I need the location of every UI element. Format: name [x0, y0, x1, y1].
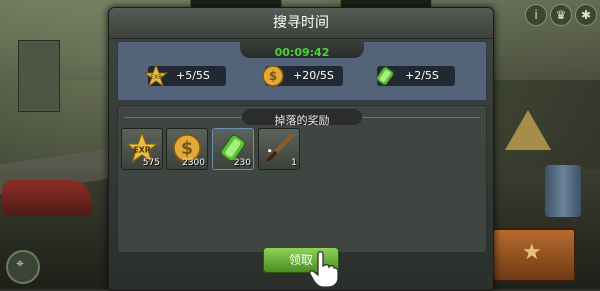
search-time-dialog: 搜寻时间 00:09:42 EXP +5/5S $ +20/5S +2/5S 掉…: [108, 7, 494, 291]
reward-count: 2300: [182, 158, 205, 168]
warning-sign: [505, 110, 551, 150]
wrecked-car: [2, 180, 92, 216]
reward-slot-battery[interactable]: 230: [212, 128, 254, 170]
dialog-title: 搜寻时间: [273, 15, 329, 31]
crate-star-icon: ★: [522, 240, 542, 265]
exp-rate: EXP +5/5S: [144, 64, 226, 88]
battery-rate: +2/5S: [376, 66, 455, 86]
reward-count: 230: [233, 158, 251, 168]
rewards-header: 掉落的奖励: [118, 109, 486, 127]
battery-icon: [376, 66, 394, 86]
coin-icon: $: [262, 65, 284, 87]
exp-label: EXP: [150, 74, 162, 81]
bat-weapon-icon: [266, 133, 294, 163]
reward-slot-coin[interactable]: $ 2300: [166, 128, 208, 170]
map-pin-icon: ⌖: [16, 256, 24, 272]
info-icon[interactable]: i: [525, 4, 547, 26]
exp-label: EXP: [133, 145, 150, 154]
divider: [362, 117, 480, 118]
coin-symbol: $: [181, 139, 193, 159]
reward-slot-exp[interactable]: EXP 575: [121, 128, 163, 170]
coin-rate-label: +20/5S: [293, 69, 334, 82]
reward-count: 575: [142, 158, 160, 168]
rewards-panel: 掉落的奖励 EXP 575 $ 2300 230 1: [117, 105, 487, 253]
rewards-title-tab: 掉落的奖励: [242, 109, 362, 127]
crown-icon[interactable]: ♛: [550, 4, 572, 26]
coin-rate: $ +20/5S: [262, 65, 343, 87]
rewards-title: 掉落的奖励: [274, 114, 330, 127]
barrel: [545, 165, 581, 217]
settings-icon[interactable]: ✱: [575, 4, 597, 26]
battery-rate-label: +2/5S: [405, 69, 439, 82]
divider: [124, 117, 242, 118]
pointer-hand-icon: [309, 251, 339, 288]
timer-value: 00:09:42: [274, 46, 330, 59]
watch-tower: [18, 40, 60, 112]
exp-star-icon: EXP: [144, 64, 168, 88]
exp-rate-label: +5/5S: [176, 69, 210, 82]
timer-tab: 00:09:42: [240, 41, 364, 59]
timer-panel: 00:09:42 EXP +5/5S $ +20/5S +2/5S: [117, 41, 487, 101]
reward-slot-bat[interactable]: 1: [258, 128, 300, 170]
map-pin-button[interactable]: ⌖: [6, 250, 40, 284]
reward-count: 1: [291, 158, 297, 168]
dialog-title-bar: 搜寻时间: [109, 8, 493, 39]
coin-symbol: $: [269, 69, 277, 83]
